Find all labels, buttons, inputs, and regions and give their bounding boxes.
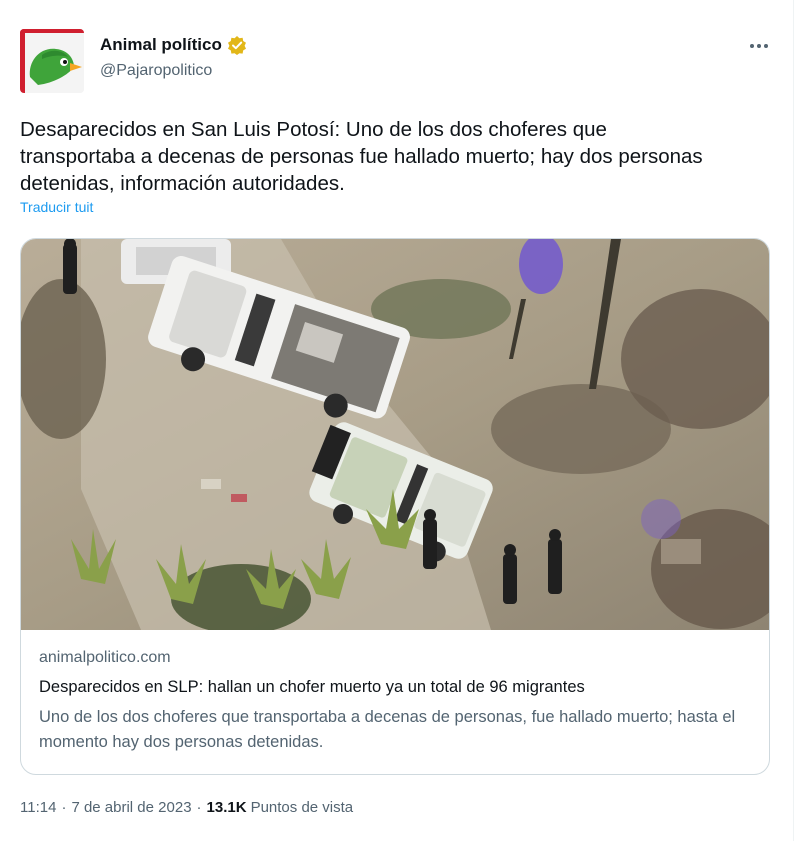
meta-separator: · bbox=[196, 799, 202, 816]
card-description: Uno de los dos choferes que transportaba… bbox=[39, 708, 736, 751]
card-image bbox=[21, 239, 769, 630]
translate-link[interactable]: Traducir tuit bbox=[20, 199, 93, 215]
bird-logo-icon bbox=[20, 29, 84, 93]
views-count: 13.1K bbox=[206, 799, 247, 816]
tweet-time[interactable]: 11:14 bbox=[20, 799, 56, 816]
card-title: Desparecidos en SLP: hallan un chofer mu… bbox=[39, 678, 585, 696]
account-handle[interactable]: @Pajaropolitico bbox=[100, 62, 212, 80]
right-divider bbox=[793, 0, 794, 841]
more-options-icon[interactable] bbox=[744, 36, 774, 56]
tweet-text: Desaparecidos en San Luis Potosí: Uno de… bbox=[20, 118, 703, 195]
card-domain: animalpolitico.com bbox=[39, 649, 171, 666]
views-label: Puntos de vista bbox=[250, 799, 354, 816]
aerial-photo-image bbox=[21, 239, 769, 630]
tweet-date[interactable]: 7 de abril de 2023 bbox=[71, 799, 191, 816]
verified-badge-icon bbox=[227, 35, 247, 55]
display-name[interactable]: Animal político bbox=[100, 35, 222, 55]
tweet-meta: 11:14 · 7 de abril de 2023 · 13.1K Punto… bbox=[20, 799, 353, 816]
meta-separator: · bbox=[61, 799, 67, 816]
avatar[interactable] bbox=[20, 29, 84, 93]
link-card[interactable]: animalpolitico.com Desparecidos en SLP: … bbox=[20, 238, 770, 775]
name-row: Animal político bbox=[100, 35, 247, 55]
